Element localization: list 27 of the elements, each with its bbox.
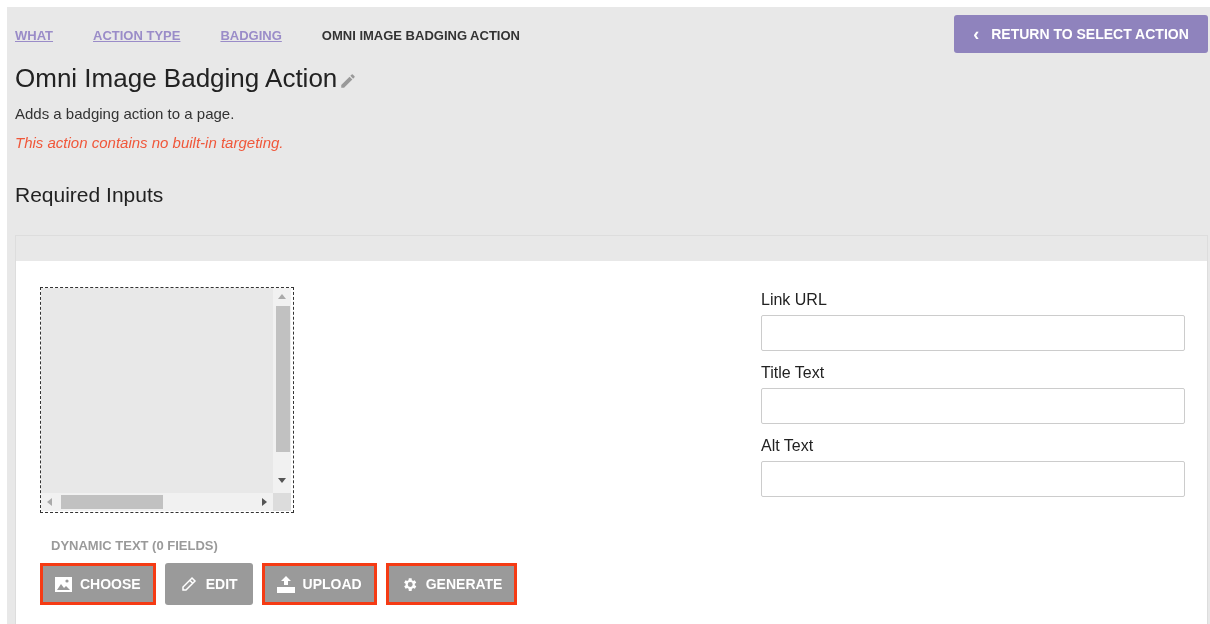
breadcrumb-link[interactable]: ACTION TYPE xyxy=(93,28,181,43)
vertical-scrollbar[interactable] xyxy=(273,288,291,493)
field-label: Link URL xyxy=(761,291,828,309)
action-button[interactable]: UPLOAD xyxy=(261,563,377,605)
horizontal-scrollbar[interactable] xyxy=(41,493,273,511)
breadcrumb-current: OMNI IMAGE BADGING ACTION xyxy=(321,28,520,43)
input-field[interactable] xyxy=(761,461,1185,497)
return-button[interactable]: ‹ RETURN TO SELECT ACTION xyxy=(954,15,1208,53)
action-button[interactable]: GENERATE xyxy=(385,563,518,605)
pencil-icon xyxy=(179,575,198,593)
dynamic-text-label: DYNAMIC TEXT (0 FIELDS) xyxy=(51,538,219,553)
field-label: Title Text xyxy=(761,364,826,382)
scrollbar-corner xyxy=(273,493,291,511)
upload-icon xyxy=(276,575,295,593)
input-field[interactable] xyxy=(761,388,1185,424)
description: Adds a badging action to a page. xyxy=(15,105,236,122)
pencil-icon[interactable] xyxy=(339,72,358,90)
section-title: Required Inputs xyxy=(15,183,165,207)
breadcrumb-link[interactable]: WHAT xyxy=(15,28,54,43)
warning-text: This action contains no built-in targeting. xyxy=(15,134,285,151)
input-field[interactable] xyxy=(761,315,1185,351)
breadcrumb-link[interactable]: BADGING xyxy=(220,28,282,43)
field-label: Alt Text xyxy=(761,437,815,455)
page-title: Omni Image Badging Action xyxy=(15,63,338,94)
action-button[interactable]: CHOOSE xyxy=(40,563,156,605)
image-icon xyxy=(55,576,72,592)
action-button[interactable]: EDIT xyxy=(164,563,253,605)
